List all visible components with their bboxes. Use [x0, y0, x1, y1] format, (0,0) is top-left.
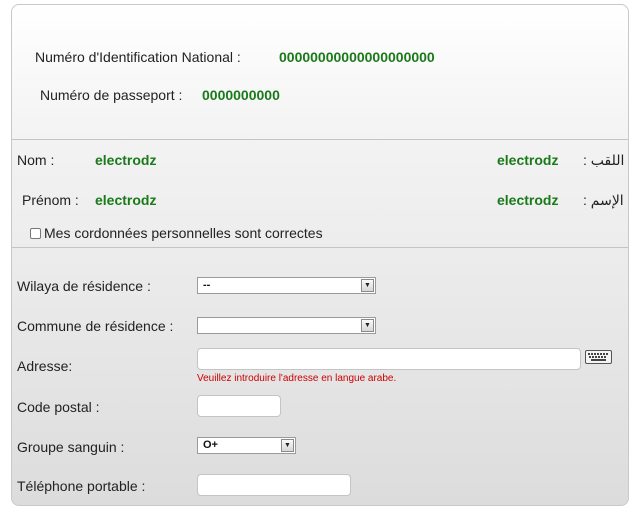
prenom-label-ar: الإسم : [583, 192, 624, 208]
passport-value: 0000000000 [202, 87, 280, 103]
blood-group-label: Groupe sanguin : [17, 439, 125, 455]
prenom-value-fr: electrodz [95, 192, 157, 208]
nom-label-ar: اللقب : [583, 152, 625, 168]
wilaya-select[interactable]: -- ▼ [197, 277, 376, 294]
nin-value: 00000000000000000000 [279, 49, 435, 65]
nom-label: Nom : [17, 152, 55, 168]
address-hint: Veuillez introduire l'adresse en langue … [197, 373, 397, 384]
prenom-label: Prénom : [22, 192, 79, 208]
nom-value-ar: electrodz [497, 152, 559, 168]
postal-code-input[interactable] [197, 395, 281, 417]
personal-info-panel [11, 4, 629, 506]
address-label: Adresse: [17, 358, 73, 374]
nin-label: Numéro d'Identification National : [35, 49, 241, 65]
mobile-phone-label: Téléphone portable : [17, 478, 146, 494]
section-divider [12, 139, 628, 140]
wilaya-label: Wilaya de résidence : [17, 278, 151, 294]
commune-select[interactable]: ▼ [197, 317, 376, 334]
nom-value-fr: electrodz [95, 152, 157, 168]
blood-group-select[interactable]: O+ ▼ [197, 437, 296, 454]
section-divider [12, 247, 628, 248]
postal-code-label: Code postal : [17, 399, 100, 415]
passport-label: Numéro de passeport : [40, 87, 183, 103]
commune-label: Commune de résidence : [17, 318, 174, 334]
confirm-label[interactable]: Mes cordonnées personnelles sont correct… [44, 225, 323, 241]
keyboard-icon[interactable] [585, 350, 612, 364]
prenom-value-ar: electrodz [497, 192, 559, 208]
address-input[interactable] [197, 348, 581, 370]
chevron-down-icon: ▼ [281, 439, 294, 452]
chevron-down-icon: ▼ [361, 319, 374, 332]
blood-group-selected-value: O+ [203, 439, 218, 451]
mobile-phone-input[interactable] [197, 474, 351, 496]
wilaya-selected-value: -- [203, 279, 211, 291]
confirm-checkbox[interactable] [30, 228, 41, 239]
chevron-down-icon: ▼ [361, 279, 374, 292]
